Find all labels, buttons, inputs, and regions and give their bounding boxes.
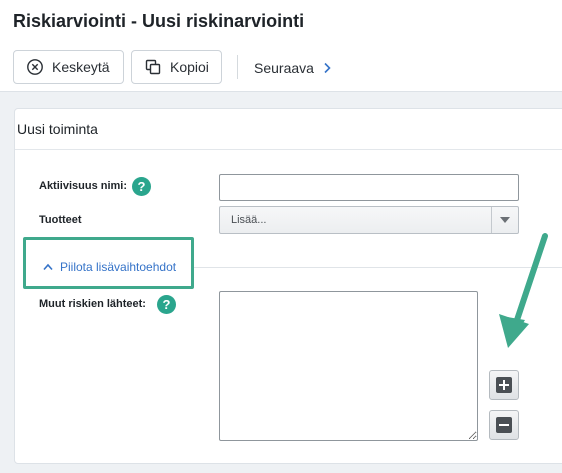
copy-icon (145, 59, 161, 75)
help-icon[interactable]: ? (132, 177, 151, 196)
remove-source-button[interactable] (489, 410, 519, 440)
chevron-right-icon (324, 62, 331, 74)
other-risk-sources-list[interactable] (219, 291, 478, 441)
products-label: Tuotteet (39, 214, 82, 226)
copy-button[interactable]: Kopioi (131, 50, 222, 84)
page-title: Riskiarviointi - Uusi riskinarviointi (13, 11, 305, 31)
panel-divider (15, 149, 562, 150)
copy-button-label: Kopioi (170, 59, 209, 75)
add-source-button[interactable] (489, 370, 519, 400)
other-risk-sources-label: Muut riskien lähteet: (39, 298, 146, 310)
panel-title: Uusi toiminta (17, 121, 98, 137)
hide-advanced-options-label: Piilota lisävaihtoehdot (60, 260, 177, 274)
activity-name-label: Aktiivisuus nimi: (39, 180, 128, 192)
caret-down-icon (500, 217, 510, 223)
products-select-value: Lisää... (231, 214, 267, 226)
cancel-button[interactable]: Keskeytä (13, 50, 124, 84)
circle-x-icon (27, 59, 43, 75)
hide-advanced-options-toggle[interactable]: Piilota lisävaihtoehdot (43, 260, 176, 274)
cancel-button-label: Keskeytä (52, 59, 110, 75)
next-button-label: Seuraava (254, 60, 314, 76)
chevron-up-icon (43, 263, 53, 271)
products-select[interactable]: Lisää... (219, 206, 519, 234)
toolbar-divider (237, 55, 238, 79)
help-icon[interactable]: ? (157, 295, 176, 314)
annotation-arrow-icon (499, 233, 548, 348)
plus-square-icon (496, 377, 512, 393)
next-button[interactable]: Seuraava (254, 60, 332, 76)
header-bar: Riskiarviointi - Uusi riskinarviointi Ke… (0, 0, 562, 92)
minus-square-icon (496, 417, 512, 433)
activity-name-input[interactable] (219, 174, 519, 201)
